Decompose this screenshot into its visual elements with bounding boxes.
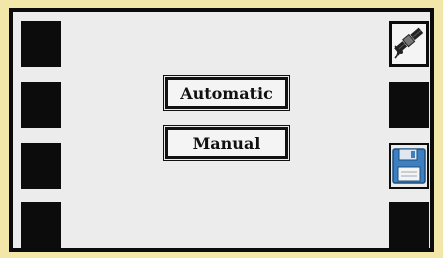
- left-softkey-3[interactable]: [21, 143, 61, 189]
- satellite-icon: [389, 21, 429, 67]
- right-softkey-4[interactable]: [389, 202, 429, 248]
- left-softkey-2[interactable]: [21, 82, 61, 128]
- left-softkey-1[interactable]: [21, 21, 61, 67]
- right-softkey-2[interactable]: [389, 82, 429, 128]
- manual-button[interactable]: Manual: [163, 125, 290, 161]
- screen-frame: Automatic Manual: [9, 8, 434, 252]
- left-softkey-4[interactable]: [21, 202, 61, 248]
- automatic-button[interactable]: Automatic: [163, 75, 290, 111]
- save-softkey[interactable]: [389, 143, 429, 189]
- save-icon: [392, 148, 426, 184]
- satellite-softkey[interactable]: [389, 21, 429, 67]
